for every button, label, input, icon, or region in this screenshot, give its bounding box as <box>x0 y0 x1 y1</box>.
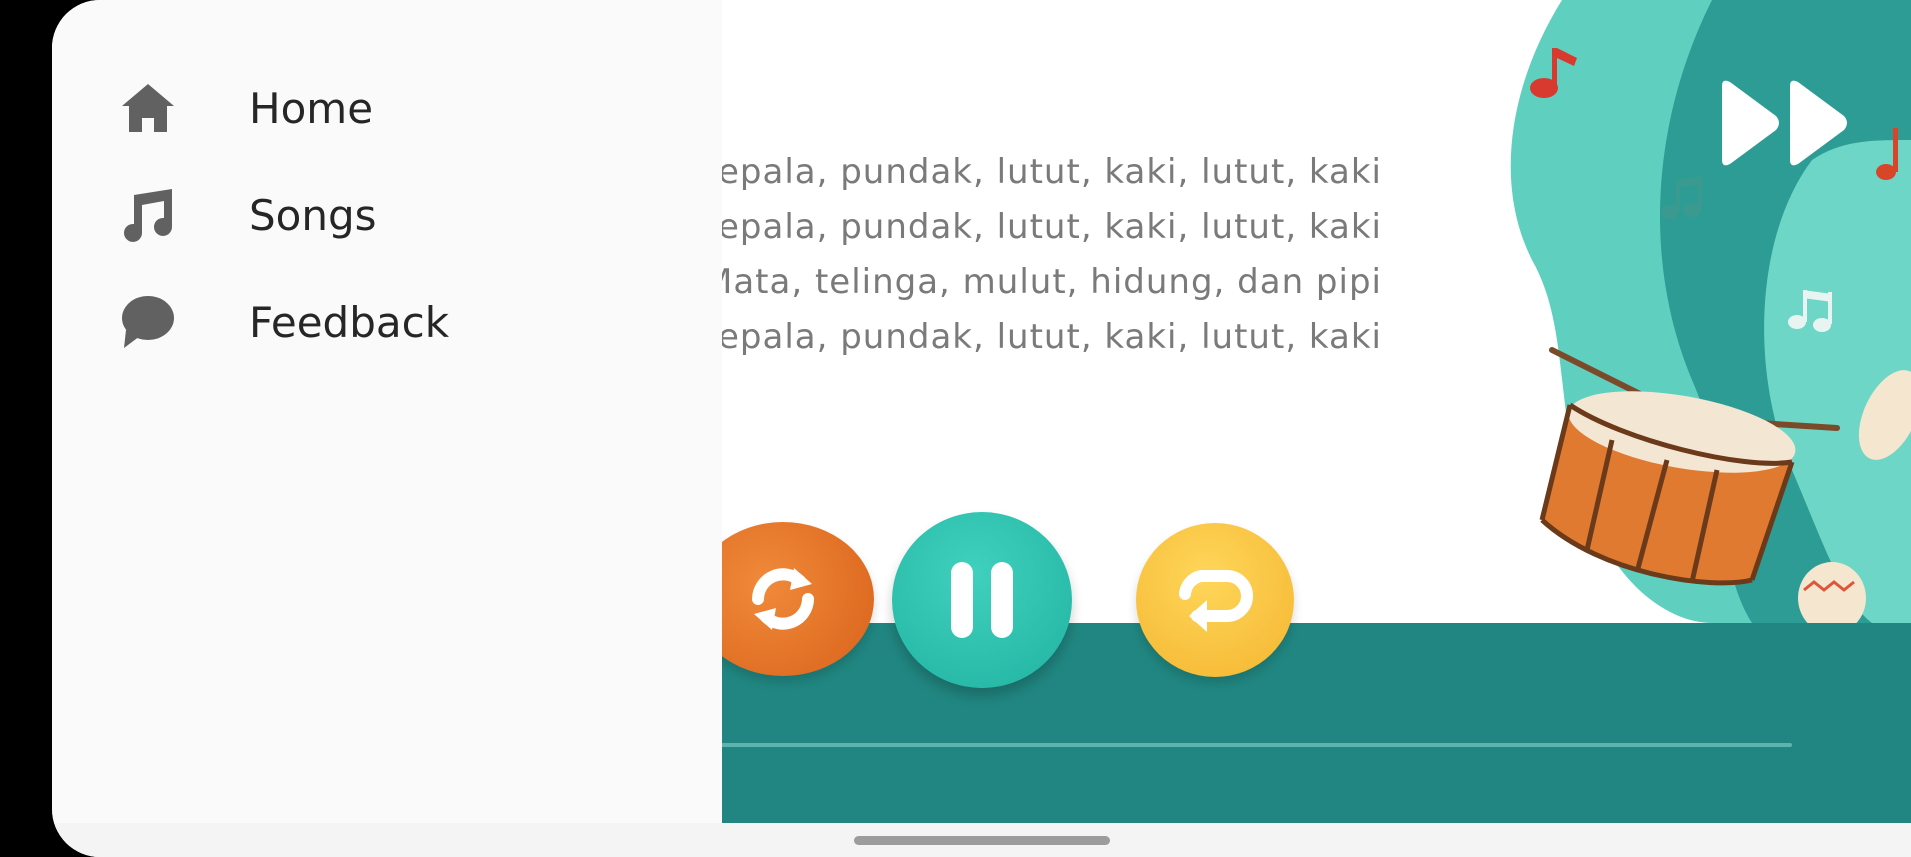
repeat-icon <box>1179 570 1253 632</box>
navigation-drawer: Home Songs Feedback <box>52 0 722 823</box>
lyrics-panel: Kepala, pundak, lutut, kaki, lutut, kaki… <box>712 152 1382 372</box>
drawer-item-songs[interactable]: Songs <box>52 165 722 265</box>
app-screen: Kepala, pundak, lutut, kaki, lutut, kaki… <box>52 0 1911 857</box>
music-note-icon <box>124 189 172 242</box>
home-indicator[interactable] <box>854 836 1110 845</box>
home-icon <box>122 84 174 132</box>
lyric-line: Kepala, pundak, lutut, kaki, lutut, kaki <box>712 207 1382 247</box>
repeat-button[interactable] <box>1136 523 1294 677</box>
pause-button[interactable] <box>892 512 1072 688</box>
lyric-line: Kepala, pundak, lutut, kaki, lutut, kaki <box>712 152 1382 192</box>
progress-track[interactable] <box>712 743 1792 747</box>
chat-bubble-icon <box>122 296 174 348</box>
refresh-icon <box>752 568 814 630</box>
drawer-item-home[interactable]: Home <box>52 58 722 158</box>
pause-icon <box>951 562 973 638</box>
drawer-item-feedback[interactable]: Feedback <box>52 272 722 372</box>
skip-forward-button[interactable] <box>1712 78 1862 168</box>
lyric-line: Mata, telinga, mulut, hidung, dan pipi <box>712 262 1382 302</box>
drawer-item-label: Songs <box>249 190 377 240</box>
drawer-item-label: Home <box>249 83 374 133</box>
lyric-line: Kepala, pundak, lutut, kaki, lutut, kaki <box>712 317 1382 357</box>
drawer-item-label: Feedback <box>249 297 450 347</box>
